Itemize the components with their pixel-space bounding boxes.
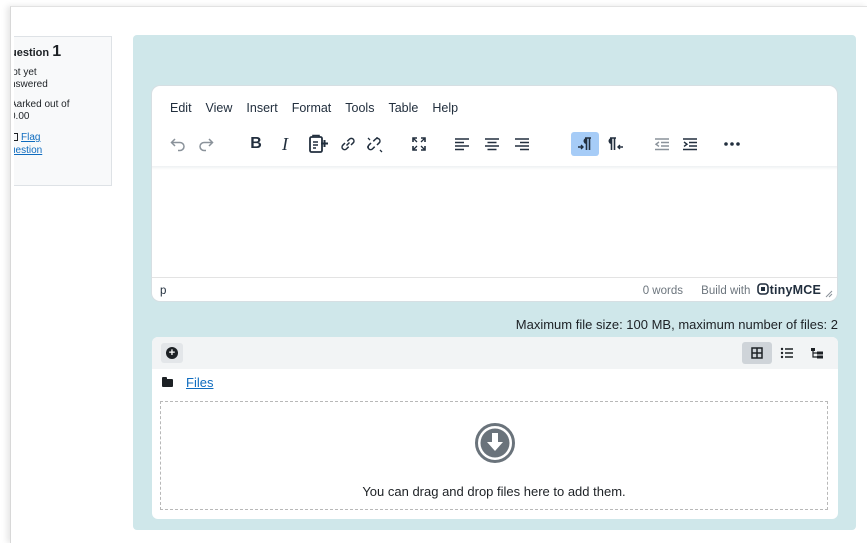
resize-handle-icon[interactable] xyxy=(825,290,833,298)
redo-icon[interactable] xyxy=(194,132,218,156)
file-drop-zone[interactable]: You can drag and drop files here to add … xyxy=(160,401,828,510)
rich-text-editor[interactable]: Edit View Insert Format Tools Table Help… xyxy=(152,86,837,301)
file-manager-toolbar: + xyxy=(152,337,838,369)
tinymce-branding[interactable]: Build with tinyMCE xyxy=(701,283,821,297)
answer-panel: Edit View Insert Format Tools Table Help… xyxy=(133,35,856,530)
menu-format[interactable]: Format xyxy=(292,101,332,115)
max-file-size-note: Maximum file size: 100 MB, maximum numbe… xyxy=(515,317,838,332)
editor-menubar: Edit View Insert Format Tools Table Help xyxy=(170,101,472,115)
question-state-line1: lot yet xyxy=(14,67,37,78)
tinymce-logo-icon xyxy=(756,283,769,295)
outdent-icon[interactable] xyxy=(650,132,674,156)
align-center-icon[interactable] xyxy=(480,132,504,156)
file-manager: + Files You can drag and drop files here… xyxy=(152,337,838,519)
menu-help[interactable]: Help xyxy=(432,101,458,115)
list-view-icon[interactable] xyxy=(772,342,802,364)
brand-name: tinyMCE xyxy=(769,283,821,297)
editor-statusbar: p 0 words Build with tinyMCE xyxy=(152,277,837,301)
grid-view-icon[interactable] xyxy=(742,342,772,364)
drop-zone-text: You can drag and drop files here to add … xyxy=(362,484,626,499)
undo-icon[interactable] xyxy=(166,132,190,156)
question-marks-line1: Aarked out of xyxy=(14,99,70,110)
question-number-value: 1 xyxy=(52,43,62,60)
ltr-icon[interactable] xyxy=(571,132,599,156)
rtl-icon[interactable] xyxy=(604,132,628,156)
question-info-box: uestion 1 lot yet nswered Aarked out of … xyxy=(14,36,112,186)
align-right-icon[interactable] xyxy=(510,132,534,156)
insert-content-icon[interactable] xyxy=(306,132,330,156)
folder-icon xyxy=(162,376,173,387)
word-count[interactable]: 0 words xyxy=(643,285,683,297)
tree-view-icon[interactable] xyxy=(802,342,832,364)
more-icon[interactable] xyxy=(720,132,744,156)
menu-view[interactable]: View xyxy=(206,101,233,115)
italic-icon[interactable]: I xyxy=(273,132,297,156)
question-marks-line2: 0.00 xyxy=(14,111,30,122)
fullscreen-icon[interactable] xyxy=(407,132,431,156)
unlink-icon[interactable] xyxy=(363,132,387,156)
files-path-link[interactable]: Files xyxy=(186,375,213,390)
menu-tools[interactable]: Tools xyxy=(345,101,374,115)
flag-question-label2[interactable]: uestion xyxy=(14,145,42,156)
flag-question-label1[interactable]: Flag xyxy=(21,132,40,143)
question-label: uestion xyxy=(14,47,50,59)
bold-icon[interactable]: B xyxy=(244,132,268,156)
brand-prefix: Build with xyxy=(701,285,751,297)
menu-table[interactable]: Table xyxy=(388,101,418,115)
download-arrow-icon xyxy=(475,423,515,463)
add-file-icon: + xyxy=(166,347,178,359)
flag-icon[interactable] xyxy=(14,133,18,141)
question-number: uestion 1 xyxy=(14,43,111,61)
flag-question-link[interactable]: Flag uestion xyxy=(14,131,111,157)
element-path[interactable]: p xyxy=(160,285,166,297)
question-state-line2: nswered xyxy=(14,79,48,90)
indent-icon[interactable] xyxy=(678,132,702,156)
editor-toolbar: B I xyxy=(166,132,826,156)
view-switcher xyxy=(742,342,832,364)
toolbar-divider xyxy=(152,166,837,170)
folder-breadcrumb: Files xyxy=(162,375,213,390)
menu-insert[interactable]: Insert xyxy=(246,101,277,115)
menu-edit[interactable]: Edit xyxy=(170,101,192,115)
link-icon[interactable] xyxy=(336,132,360,156)
add-file-button[interactable]: + xyxy=(161,343,183,363)
align-left-icon[interactable] xyxy=(450,132,474,156)
